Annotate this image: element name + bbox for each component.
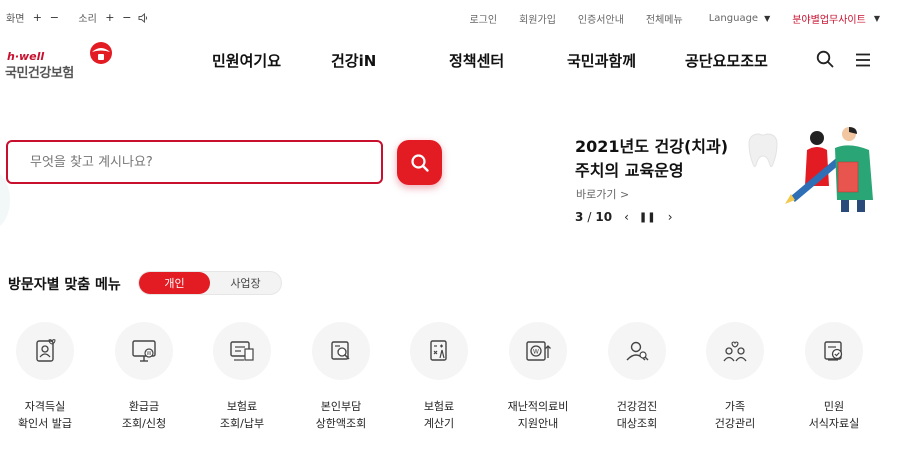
certificate-guide-link[interactable]: 인증서안내: [578, 11, 624, 26]
svg-text:W: W: [147, 351, 152, 357]
search-box: [6, 140, 383, 184]
menu-item-line2: 대상조회: [616, 417, 658, 430]
all-menu-link[interactable]: 전체메뉴: [646, 11, 683, 26]
menu-item-line2: 서식자료실: [808, 417, 860, 430]
menu-item-line1: 보험료: [226, 400, 258, 413]
quick-menu-copay-ceiling[interactable]: 본인부담 상한액조회: [301, 322, 381, 432]
quick-menu-civil-forms[interactable]: 민원 서식자료실: [794, 322, 874, 432]
language-select[interactable]: Language ▼: [709, 13, 771, 24]
won-up-icon: W: [509, 322, 567, 380]
main-navigation: 민원여기요 건강iN 정책센터 국민과함께 공단요모조모: [0, 50, 900, 74]
search-icon: [410, 153, 429, 172]
menu-item-line1: 보험료: [423, 400, 455, 413]
screen-zoom-out-button[interactable]: −: [47, 11, 61, 25]
caret-down-icon: ▼: [764, 14, 771, 23]
nav-health-in[interactable]: 건강iN: [331, 50, 376, 71]
banner-prev-button[interactable]: ‹: [624, 210, 629, 224]
menu-item-line1: 환급금: [128, 400, 160, 413]
volume-up-button[interactable]: +: [103, 11, 117, 25]
banner-title-line1: 2021년도 건강(치과): [575, 137, 729, 156]
utility-bar: 화면 + − 소리 + − 로그인 회원가입 인증서안내 전체메뉴 Langua…: [0, 0, 900, 36]
tab-individual[interactable]: 개인: [139, 272, 210, 294]
menu-item-line2: 확인서 발급: [17, 417, 73, 430]
business-site-select[interactable]: 분야별업무사이트 ▼: [792, 11, 880, 26]
document-search-icon: [312, 322, 370, 380]
search-input[interactable]: [8, 142, 381, 182]
nav-with-citizens[interactable]: 국민과함께: [567, 50, 636, 71]
menu-item-line1: 가족: [724, 400, 746, 413]
menu-item-line1: 본인부담: [320, 400, 362, 413]
screen-size-label: 화면: [6, 14, 25, 25]
signup-link[interactable]: 회원가입: [519, 11, 556, 26]
form-check-icon: [805, 322, 863, 380]
volume-down-button[interactable]: −: [120, 11, 134, 25]
banner-pause-button[interactable]: ❚❚: [639, 212, 656, 223]
screen-zoom-in-button[interactable]: +: [30, 11, 44, 25]
banner-pager: 3 / 10 ‹ ❚❚ ›: [575, 210, 673, 224]
family-heart-icon: [706, 322, 764, 380]
monitor-won-icon: W: [115, 322, 173, 380]
sound-label: 소리: [78, 14, 97, 25]
banner-title[interactable]: 2021년도 건강(치과) 주치의 교육운영: [575, 135, 728, 183]
banner-total-pages: 10: [595, 210, 613, 224]
menu-item-line1: 재난적의료비: [507, 400, 569, 413]
login-link[interactable]: 로그인: [469, 11, 497, 26]
search-icon[interactable]: [816, 50, 836, 70]
caret-down-icon: ▼: [873, 14, 880, 23]
menu-item-line2: 지원안내: [517, 417, 559, 430]
banner-current-page: 3: [575, 210, 584, 224]
quick-menu-eligibility-certificate[interactable]: 자격득실 확인서 발급: [5, 322, 85, 432]
menu-item-line1: 건강검진: [616, 400, 658, 413]
banner-illustration: [745, 124, 885, 216]
quick-menu-premium-calculator[interactable]: 보험료 계산기: [399, 322, 479, 432]
quick-menu-family-health[interactable]: 가족 건강관리: [695, 322, 775, 432]
speaker-icon[interactable]: [137, 11, 151, 25]
quick-menu-catastrophic-medical[interactable]: W 재난적의료비 지원안내: [498, 322, 578, 432]
certificate-icon: [16, 322, 74, 380]
nav-civil-service[interactable]: 민원여기요: [212, 50, 281, 71]
visitor-type-toggle: 개인 사업장: [138, 271, 282, 295]
banner-page-separator: /: [587, 210, 592, 224]
menu-item-line2: 계산기: [423, 417, 455, 430]
banner-title-line2: 주치의 교육운영: [575, 161, 684, 180]
quick-menu-premium-payment[interactable]: 보험료 조회/납부: [202, 322, 282, 432]
visitor-menu-title: 방문자별 맞춤 메뉴: [8, 277, 121, 293]
nav-policy-center[interactable]: 정책센터: [449, 50, 504, 71]
banner-shortcut-link[interactable]: 바로가기 >: [576, 186, 629, 202]
banner-next-button[interactable]: ›: [668, 210, 673, 224]
menu-item-line2: 조회/납부: [219, 417, 265, 430]
menu-item-line2: 조회/신청: [121, 417, 167, 430]
tab-business[interactable]: 사업장: [210, 272, 281, 294]
hamburger-menu-icon[interactable]: [855, 52, 875, 72]
menu-item-line2: 상한액조회: [315, 417, 367, 430]
search-submit-button[interactable]: [397, 140, 442, 185]
calculator-icon: [410, 322, 468, 380]
svg-text:W: W: [533, 349, 539, 356]
quick-menu-health-checkup[interactable]: 건강검진 대상조회: [597, 322, 677, 432]
quick-menu-refund[interactable]: W 환급금 조회/신청: [104, 322, 184, 432]
menu-item-line1: 민원: [823, 400, 845, 413]
menu-item-line1: 자격득실: [24, 400, 66, 413]
accessibility-controls: 화면 + − 소리 + −: [6, 10, 154, 25]
nav-about-nhis[interactable]: 공단요모조모: [685, 50, 768, 71]
people-search-icon: [608, 322, 666, 380]
utility-links: 로그인 회원가입 인증서안내 전체메뉴 Language ▼ 분야별업무사이트 …: [447, 11, 880, 26]
menu-item-line2: 건강관리: [714, 417, 756, 430]
language-label: Language: [708, 13, 759, 24]
bill-icon: [213, 322, 271, 380]
business-site-label: 분야별업무사이트: [792, 15, 866, 26]
